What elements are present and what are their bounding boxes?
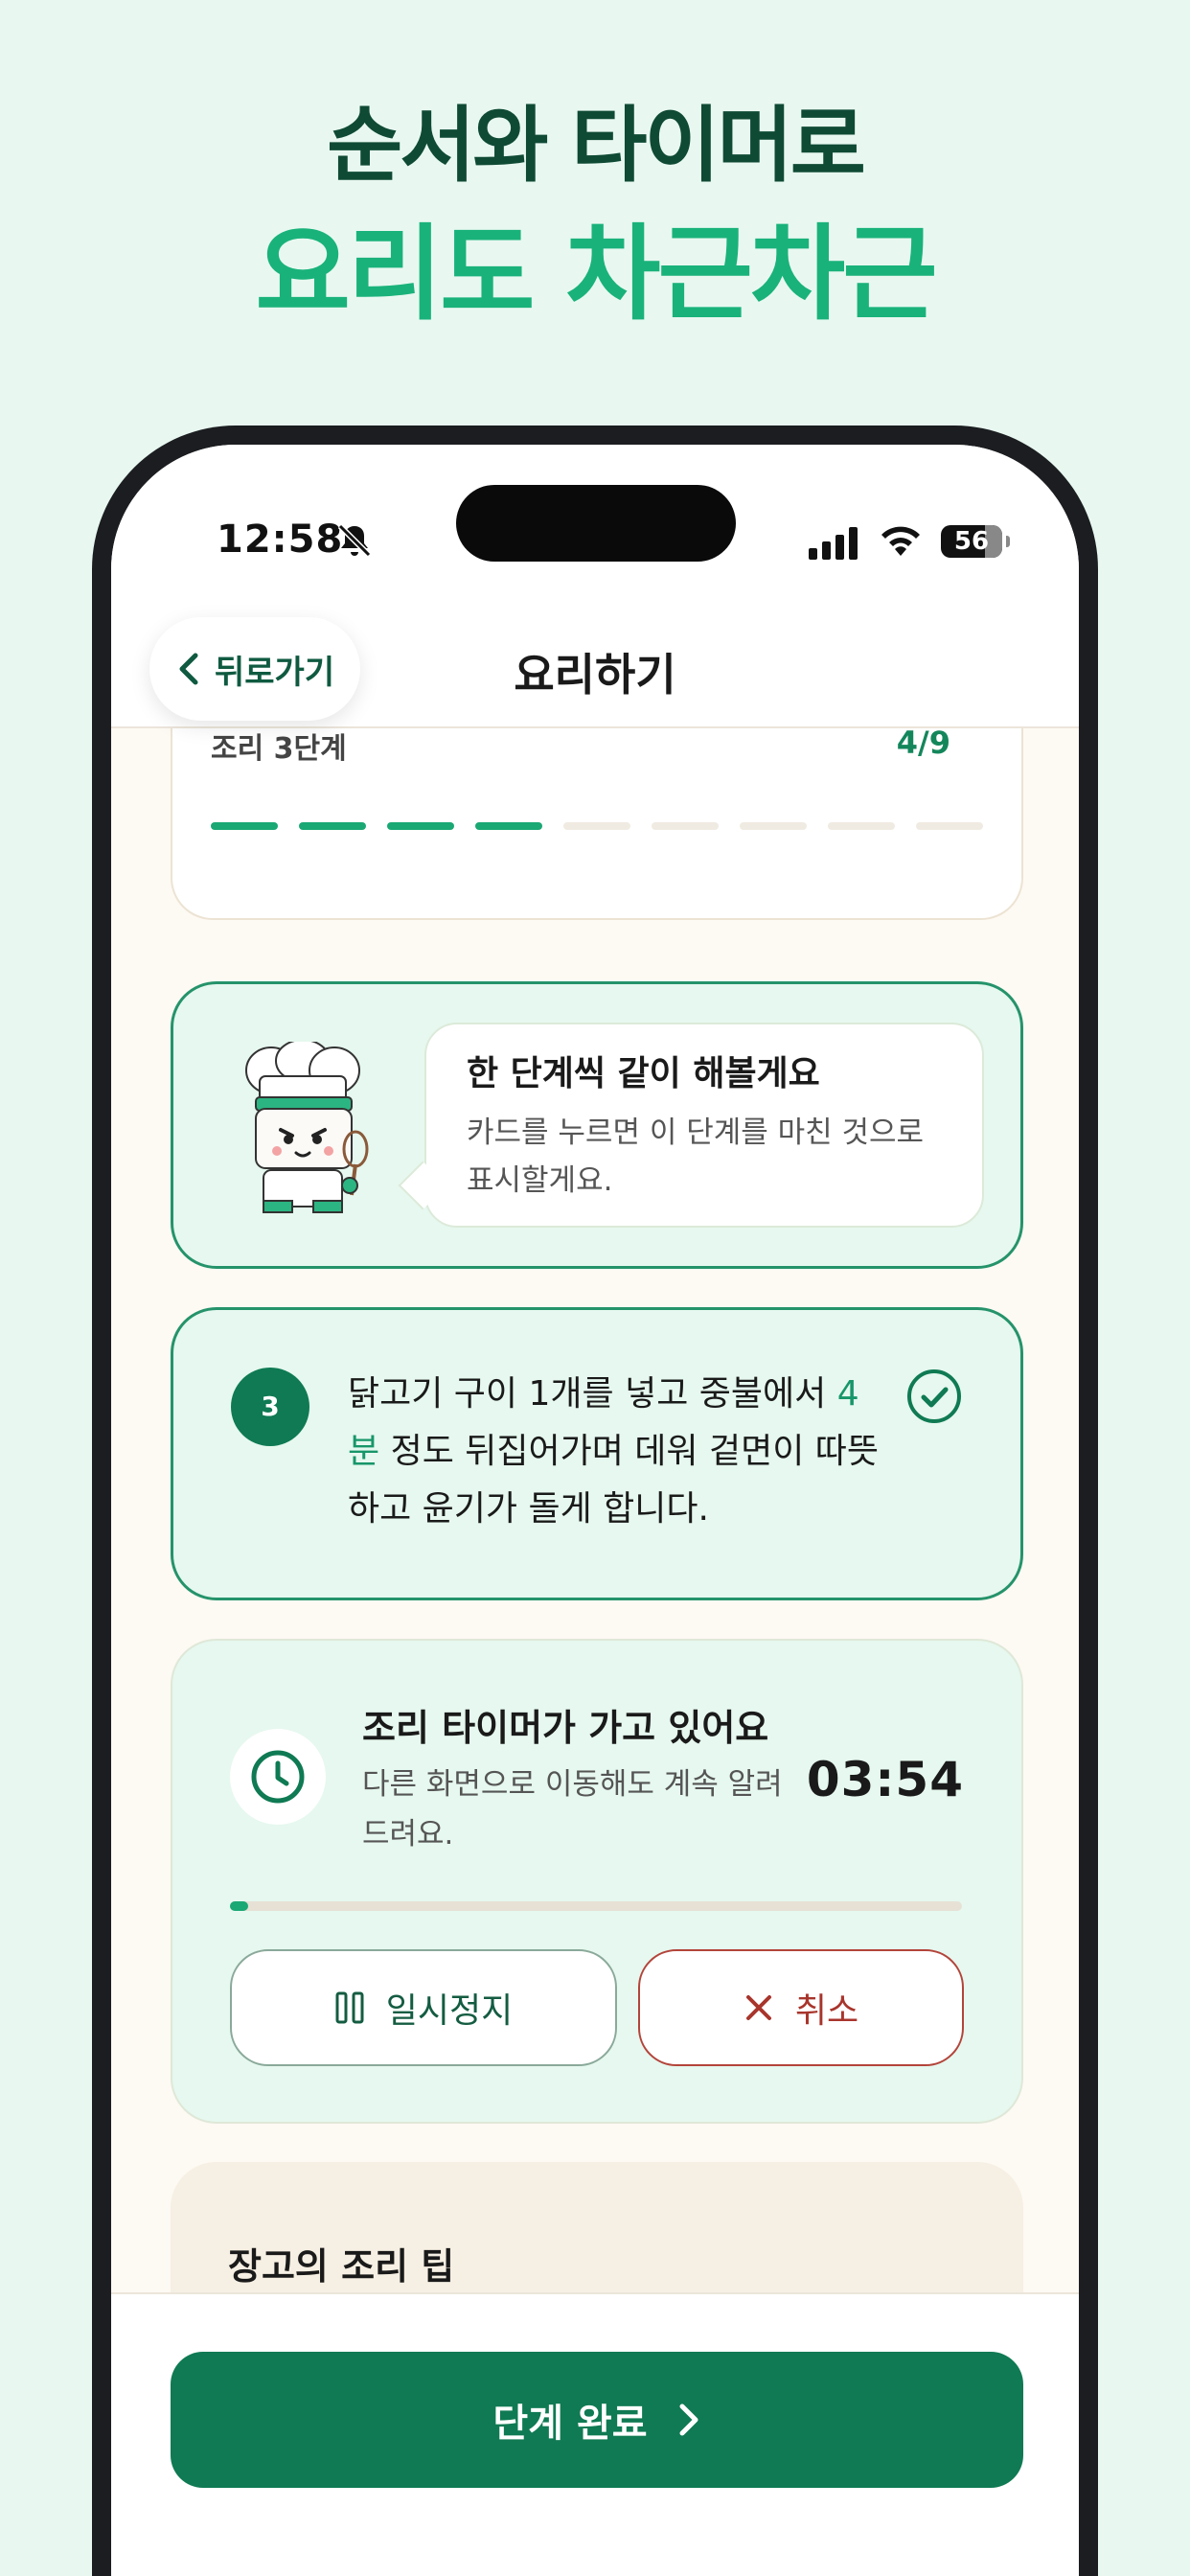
bubble-body: 카드를 누르면 이 단계를 마친 것으로 표시할게요.: [467, 1116, 925, 1198]
progress-count: 4/9: [896, 724, 950, 761]
cellular-signal-icon: [809, 527, 858, 560]
progress-segment: [211, 822, 278, 830]
chef-guide-card: 한 단계씩 같이 해볼게요 카드를 누르면 이 단계를 마친 것으로 표시할게요…: [171, 981, 1023, 1269]
promo-line-2: 요리도 차근차근: [255, 215, 937, 334]
promo-line-1: 순서와 타이머로: [327, 98, 866, 194]
promo-headline: 순서와 타이머로 요리도 차근차근: [0, 88, 1190, 347]
complete-label: 단계 완료: [492, 2402, 648, 2446]
nav-header: 뒤로가기 요리하기: [111, 598, 1079, 728]
timer-progress-bar: [230, 1901, 962, 1911]
battery-icon: 56: [941, 525, 1010, 558]
progress-segment: [299, 822, 366, 830]
phone-screen: 12:58 56 조리 3단계 4/9 뒤로가기 요리하기 한 단계씩 같이 해…: [111, 445, 1079, 2576]
clock-icon-wrap: [230, 1729, 326, 1825]
bell-muted-icon: [337, 523, 372, 558]
battery-level: 56: [953, 527, 990, 556]
bubble-title: 한 단계씩 같이 해볼게요: [467, 1054, 820, 1093]
cancel-button[interactable]: 취소: [638, 1949, 964, 2066]
status-time: 12:58: [217, 518, 344, 562]
wifi-icon: [881, 526, 920, 556]
tip-title: 장고의 조리 팁: [228, 2245, 455, 2288]
progress-segment: [828, 822, 895, 830]
progress-label: 조리 3단계: [211, 732, 347, 766]
timer-progress-fill: [230, 1901, 249, 1911]
speech-bubble: 한 단계씩 같이 해볼게요 카드를 누르면 이 단계를 마친 것으로 표시할게요…: [424, 1023, 984, 1228]
check-circle-icon[interactable]: [905, 1368, 963, 1425]
progress-segment: [652, 822, 719, 830]
chevron-right-icon: [679, 2404, 698, 2436]
progress-segment: [475, 822, 542, 830]
phone-frame: 12:58 56 조리 3단계 4/9 뒤로가기 요리하기 한 단계씩 같이 해…: [92, 426, 1098, 2576]
page-title: 요리하기: [514, 649, 676, 701]
progress-segment: [563, 822, 630, 830]
timer-countdown: 03:54: [806, 1752, 964, 1807]
pause-icon: [335, 1991, 364, 2024]
status-bar: 12:58 56: [111, 445, 1079, 598]
timer-card: 조리 타이머가 가고 있어요 다른 화면으로 이동해도 계속 알려드려요. 03…: [171, 1639, 1023, 2124]
timer-description: 다른 화면으로 이동해도 계속 알려드려요.: [362, 1767, 783, 1852]
dynamic-island: [456, 485, 736, 562]
cancel-label: 취소: [794, 1991, 859, 2031]
complete-step-button[interactable]: 단계 완료: [171, 2352, 1023, 2488]
pause-button[interactable]: 일시정지: [230, 1949, 617, 2066]
clock-icon: [251, 1750, 305, 1804]
pause-label: 일시정지: [385, 1991, 514, 2031]
progress-segment: [740, 822, 807, 830]
step-text-before: 닭고기 구이 1개를 넣고 중불에서: [348, 1374, 837, 1414]
progress-segment: [916, 822, 983, 830]
step-instruction: 닭고기 구이 1개를 넣고 중불에서 4분 정도 뒤집어가며 데워 겉면이 따뜻…: [348, 1366, 884, 1538]
step-text-after: 정도 뒤집어가며 데워 겉면이 따뜻하고 윤기가 돌게 합니다.: [348, 1432, 880, 1529]
progress-segment: [387, 822, 454, 830]
close-icon: [745, 1995, 771, 2020]
step-card[interactable]: 3 닭고기 구이 1개를 넣고 중불에서 4분 정도 뒤집어가며 데워 겉면이 …: [171, 1307, 1023, 1600]
bottom-action-bar: 단계 완료: [111, 2292, 1079, 2576]
timer-title: 조리 타이머가 가고 있어요: [362, 1707, 769, 1749]
step-number-badge: 3: [231, 1368, 309, 1446]
progress-segments: [211, 822, 983, 830]
chef-mascot-icon: [245, 1042, 369, 1213]
